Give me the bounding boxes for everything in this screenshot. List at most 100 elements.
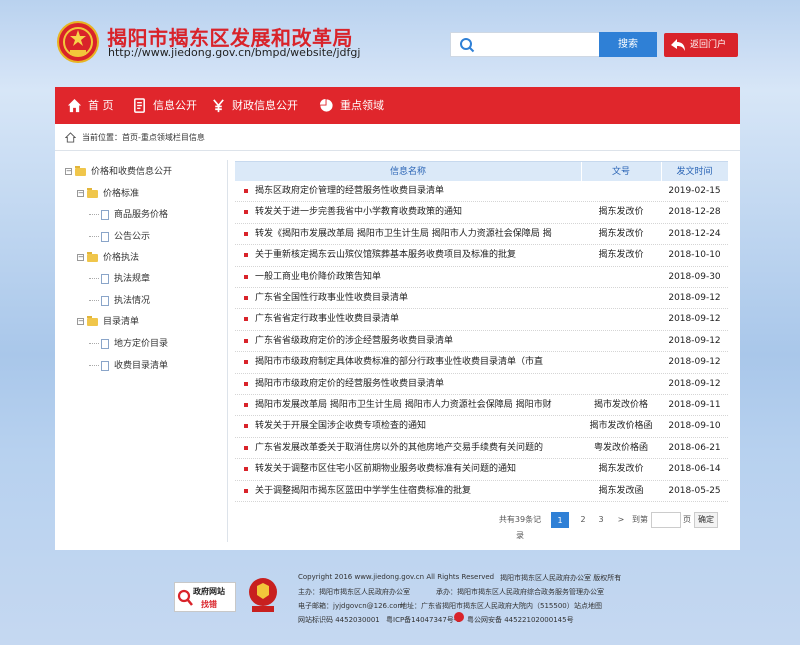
page-icon [101,273,109,284]
tree-group-price-standard[interactable]: − 价格标准 [77,186,139,202]
row-docno: 揭东发改价 [598,207,644,218]
gov-site-error-report-badge[interactable]: 政府网站 找错 [174,582,236,612]
bullet-icon [244,274,248,279]
copyright-owner: 揭阳市揭东区人民政府办公室 版权所有 [500,574,622,582]
bullet-icon [244,231,248,236]
tree-item-goods-service-price[interactable]: 商品服务价格 [89,207,168,223]
row-date: 2019-02-15 [668,186,721,196]
row-title[interactable]: 关于调整揭阳市揭东区蓝田中学学生住宿费标准的批复 [255,481,580,502]
tree-item-enforcement-rules[interactable]: 执法规章 [89,271,150,287]
row-date: 2018-10-10 [668,250,721,261]
nav-fiscal-info[interactable]: 财政信息公开 [211,87,298,124]
table-row[interactable]: 关于重新核定揭东云山殡仪馆殡葬基本服务收费项目及标准的批复 揭东发改价 2018-1… [235,245,728,267]
row-title[interactable]: 转发关于开展全国涉企收费专项检查的通知 [255,416,580,437]
collapse-icon[interactable]: − [77,254,84,261]
row-date: 2018-09-12 [668,293,721,303]
tree-item-announcement[interactable]: 公告公示 [89,229,150,245]
row-title[interactable]: 广东省省级政府定价的涉企经营服务收费目录清单 [255,331,580,352]
row-title[interactable]: 广东省发展改革委关于取消住房以外的其他房地产交易手续费有关问题的 [255,438,580,459]
table-row[interactable]: 广东省全国性行政事业性收费目录清单 2018-09-12 [235,288,728,310]
table-row[interactable]: 转发关于调整市区住宅小区前期物业服务收费标准有关问题的通知 揭东发改价 2018-0… [235,459,728,481]
tree-group-price-enforcement[interactable]: − 价格执法 [77,250,139,266]
document-icon [134,98,145,113]
page-3[interactable]: 3 [593,512,609,528]
table-row[interactable]: 广东省省级政府定价的涉企经营服务收费目录清单 2018-09-12 [235,331,728,353]
row-title[interactable]: 广东省全国性行政事业性收费目录清单 [255,288,580,309]
site-header: 揭阳市揭东区发展和改革局 http://www.jiedong.gov.cn/b… [0,0,800,86]
search-box[interactable] [450,32,600,57]
search-icon [460,38,475,53]
party-government-badge-icon[interactable] [247,577,279,613]
bullet-icon [244,488,248,493]
row-title[interactable]: 广东省省定行政事业性收费目录清单 [255,309,580,330]
row-date: 2018-09-12 [668,335,721,346]
table-row[interactable]: 转发关于进一步完善我省中小学教育收费政策的通知 揭东发改价 2018-12-28 [235,202,728,224]
site-url[interactable]: http://www.jiedong.gov.cn/bmpd/website/j… [108,46,360,59]
tree-item-enforcement-status[interactable]: 执法情况 [89,293,150,309]
row-title[interactable]: 转发《揭阳市发展改革局 揭阳市卫生计生局 揭阳市人力资源社会保障局 揭 [255,224,580,245]
site-id: 网站标识码 4452030001 [298,616,380,624]
row-title[interactable]: 揭阳市市级政府定价的经营服务性收费目录清单 [255,374,580,395]
nav-home[interactable]: 首 页 [67,87,114,124]
tree-group-catalog[interactable]: − 目录清单 [77,314,139,330]
address: 地址：广东省揭阳市揭东区人民政府大院内（515500） [400,602,574,610]
collapse-icon[interactable]: − [77,190,84,197]
row-title[interactable]: 一般工商业电价降价政策告知单 [255,267,580,288]
jump-label: 到第 [632,515,648,524]
row-title[interactable]: 揭阳市市级政府制定具体收费标准的部分行政事业性收费目录清单（市直 [255,352,580,373]
go-button[interactable]: 确定 [694,512,718,528]
page-2[interactable]: 2 [575,512,591,528]
nav-key-areas[interactable]: 重点领域 [319,87,384,124]
row-date: 2018-09-11 [668,400,721,410]
row-date: 2018-06-21 [668,442,721,453]
table-row[interactable]: 揭东区政府定价管理的经营服务性收费目录清单 2019-02-15 [235,181,728,203]
table-row[interactable]: 揭阳市市级政府制定具体收费标准的部分行政事业性收费目录清单（市直 2018-09-… [235,352,728,374]
row-title[interactable]: 转发关于调整市区住宅小区前期物业服务收费标准有关问题的通知 [255,459,580,480]
table-row[interactable]: 揭阳市市级政府定价的经营服务性收费目录清单 2018-09-12 [235,374,728,395]
page-1[interactable]: 1 [551,512,569,528]
page-number-input[interactable] [651,512,681,528]
table-row[interactable]: 广东省省定行政事业性收费目录清单 2018-09-12 [235,309,728,331]
row-title[interactable]: 揭东区政府定价管理的经营服务性收费目录清单 [255,181,580,202]
back-to-portal-button[interactable]: 返回门户 [664,33,738,57]
row-title[interactable]: 揭阳市发展改革局 揭阳市卫生计生局 揭阳市人力资源社会保障局 揭阳市财 [255,395,580,416]
tree-item-fee-catalog[interactable]: 收费目录清单 [89,358,168,374]
search-button[interactable]: 搜索 [599,32,657,57]
row-date: 2018-06-14 [668,464,721,475]
table-row[interactable]: 一般工商业电价降价政策告知单 2018-09-30 [235,267,728,288]
table-header: 信息名称 文号 发文时间 [235,161,728,182]
tree-item-local-pricing-catalog[interactable]: 地方定价目录 [89,336,168,352]
copyright: Copyright 2016 www.jiedong.gov.cn All Ri… [298,573,495,581]
bullet-icon [244,424,248,429]
collapse-icon[interactable]: − [77,318,84,325]
collapse-icon[interactable]: − [65,168,72,175]
row-date: 2018-09-12 [668,314,721,325]
table-row[interactable]: 转发《揭阳市发展改革局 揭阳市卫生计生局 揭阳市人力资源社会保障局 揭 揭东发改价… [235,224,728,246]
row-date: 2018-12-28 [668,207,721,218]
bullet-icon [244,317,248,322]
table-row[interactable]: 揭阳市发展改革局 揭阳市卫生计生局 揭阳市人力资源社会保障局 揭阳市财 揭市发改价… [235,395,728,417]
bullet-icon [244,296,248,300]
row-title[interactable]: 转发关于进一步完善我省中小学教育收费政策的通知 [255,202,580,223]
sitemap-link[interactable]: 站点地图 [574,601,602,611]
nav-info-disclosure[interactable]: 信息公开 [132,87,197,124]
row-docno: 揭市发改价格 [593,400,648,410]
icp-number[interactable]: 粤ICP备14047347号-1 [386,615,461,625]
page-icon [101,360,109,371]
magnifier-badge-icon [177,589,193,606]
row-title[interactable]: 关于重新核定揭东云山殡仪馆殡葬基本服务收费项目及标准的批复 [255,245,580,266]
page-icon [101,231,109,242]
page-unit: 页 [683,515,691,524]
bullet-icon [244,189,248,193]
bullet-icon [244,445,248,450]
back-arrow-icon [671,39,685,51]
table-row[interactable]: 广东省发展改革委关于取消住房以外的其他房地产交易手续费有关问题的 粤发改价格函 20… [235,438,728,460]
search-input[interactable] [479,36,595,54]
next-page[interactable]: > [613,512,629,528]
public-security-number[interactable]: 粤公网安备 44522102000145号 [467,615,574,625]
page-icon [101,295,109,306]
table-row[interactable]: 转发关于开展全国涉企收费专项检查的通知 揭市发改价格函 2018-09-10 [235,416,728,438]
tree-root[interactable]: − 价格和收费信息公开 [65,164,172,180]
col-date-header: 发文时间 [676,167,713,177]
table-row[interactable]: 关于调整揭阳市揭东区蓝田中学学生住宿费标准的批复 揭东发改函 2018-05-25 [235,481,728,502]
